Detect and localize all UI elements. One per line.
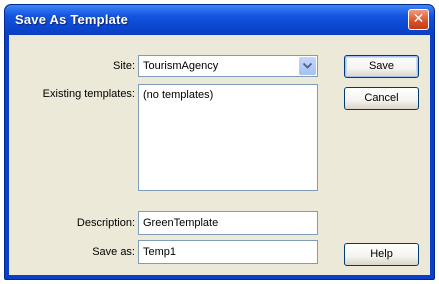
site-select[interactable]: TourismAgency [138, 55, 318, 77]
existing-templates-label: Existing templates: [42, 88, 135, 100]
list-item[interactable]: (no templates) [143, 89, 317, 101]
description-label: Description: [76, 217, 135, 229]
save-as-input-value: Temp1 [143, 246, 177, 258]
description-input-value: GreenTemplate [143, 217, 219, 229]
save-as-input[interactable]: Temp1 [138, 240, 318, 264]
site-dropdown-button[interactable] [299, 57, 316, 75]
existing-templates-list[interactable]: (no templates) [138, 84, 318, 191]
site-label: Site: [112, 60, 135, 72]
chevron-down-icon [303, 63, 312, 69]
cancel-button[interactable]: Cancel [344, 87, 419, 110]
save-as-label: Save as: [92, 246, 135, 258]
site-select-value: TourismAgency [143, 60, 219, 72]
close-button[interactable]: ✕ [408, 9, 429, 30]
help-button[interactable]: Help [344, 243, 419, 266]
dialog-title: Save As Template [15, 12, 129, 27]
save-as-template-dialog: Save As Template ✕ Site: TourismAgency E… [4, 4, 435, 280]
title-bar[interactable]: Save As Template ✕ [5, 5, 434, 35]
close-icon: ✕ [412, 11, 425, 27]
save-button[interactable]: Save [344, 55, 419, 78]
description-input[interactable]: GreenTemplate [138, 211, 318, 235]
dialog-body: Site: TourismAgency Existing templates: … [9, 35, 430, 275]
